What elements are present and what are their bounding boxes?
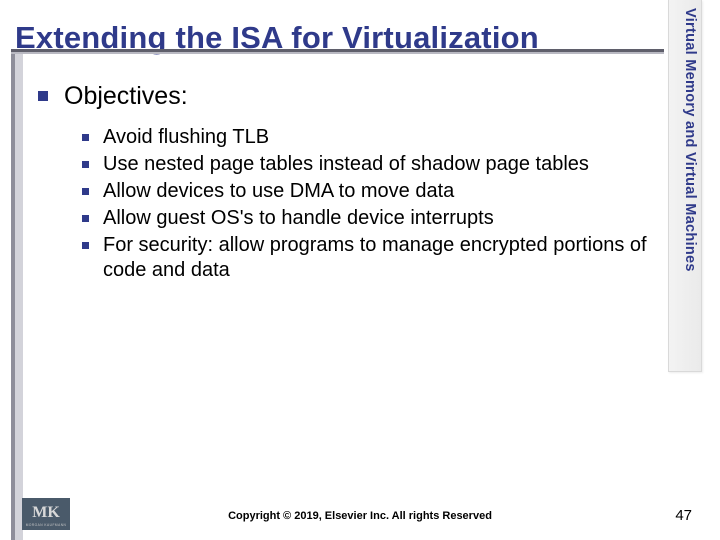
list-item: Allow devices to use DMA to move data (82, 179, 660, 204)
copyright-text: Copyright © 2019, Elsevier Inc. All righ… (0, 510, 720, 522)
square-bullet-icon (38, 91, 48, 101)
list-item: Objectives: (38, 82, 660, 111)
title-underline-shadow (11, 52, 664, 54)
list-item: Avoid flushing TLB (82, 125, 660, 150)
lvl2-text: Avoid flushing TLB (103, 125, 269, 150)
square-bullet-icon (82, 161, 89, 168)
page-number: 47 (675, 507, 692, 524)
lvl2-text: Use nested page tables instead of shadow… (103, 152, 589, 177)
lvl1-text: Objectives: (64, 82, 188, 111)
list-item: Allow guest OS's to handle device interr… (82, 206, 660, 231)
lvl2-text: Allow guest OS's to handle device interr… (103, 206, 494, 231)
content-area: Objectives: Avoid flushing TLB Use neste… (38, 82, 660, 285)
lvl2-text: Allow devices to use DMA to move data (103, 179, 454, 204)
list-item: Use nested page tables instead of shadow… (82, 152, 660, 177)
lvl2-text: For security: allow programs to manage e… (103, 233, 660, 283)
logo-subtext: MORGAN KAUFMANN (26, 523, 67, 527)
square-bullet-icon (82, 134, 89, 141)
square-bullet-icon (82, 188, 89, 195)
square-bullet-icon (82, 215, 89, 222)
title-area: Extending the ISA for Virtualization (11, 0, 664, 64)
section-label: Virtual Memory and Virtual Machines (672, 8, 698, 368)
square-bullet-icon (82, 242, 89, 249)
sublist: Avoid flushing TLB Use nested page table… (82, 125, 660, 283)
left-rail-inner (11, 54, 15, 540)
list-item: For security: allow programs to manage e… (82, 233, 660, 283)
